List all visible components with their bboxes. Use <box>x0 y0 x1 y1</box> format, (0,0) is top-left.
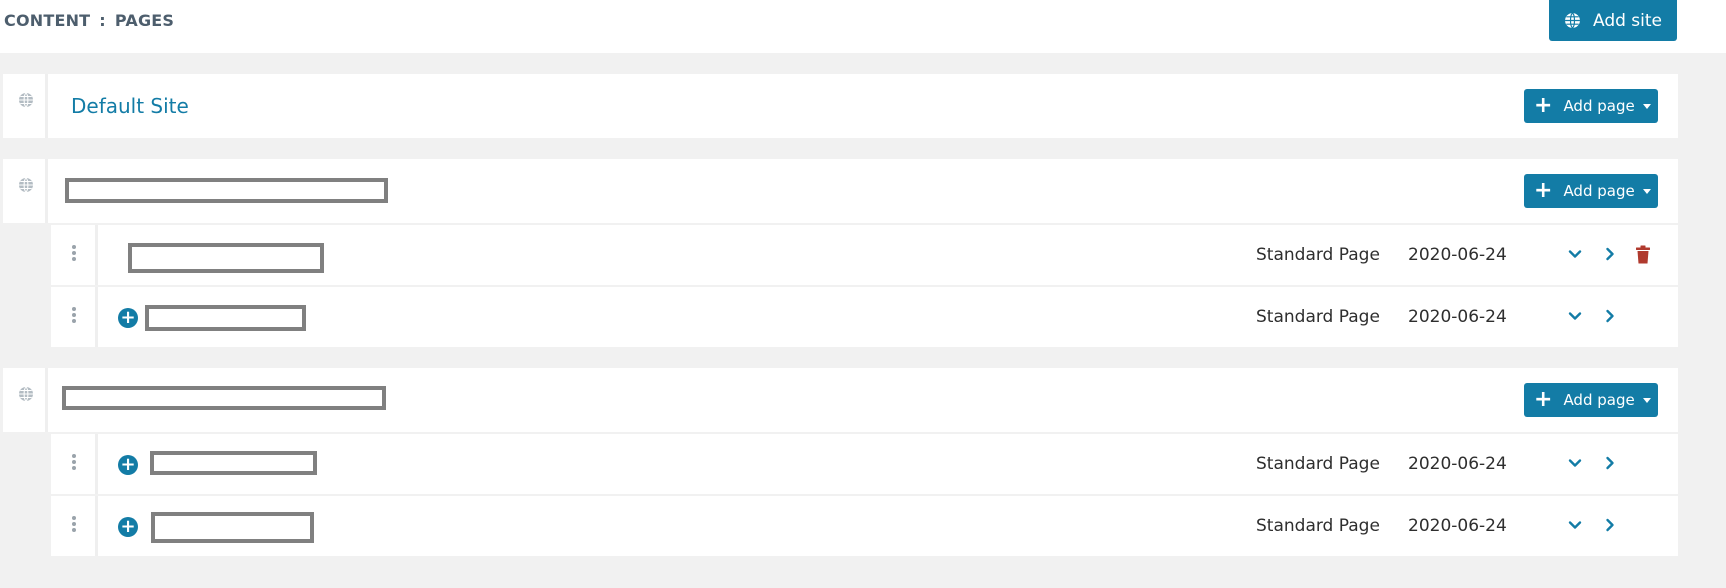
drag-handle[interactable] <box>51 225 98 285</box>
page-date: 2020-06-24 <box>1408 454 1507 474</box>
expand-children-icon[interactable]: + <box>118 455 138 475</box>
expand-children-icon[interactable]: + <box>118 308 138 328</box>
redacted-page-title <box>151 512 314 543</box>
page-type: Standard Page <box>1256 454 1380 474</box>
plus-icon: + <box>1534 93 1553 118</box>
plus-icon: + <box>1534 178 1553 203</box>
globe-icon <box>19 386 33 402</box>
drag-handle[interactable] <box>51 287 98 347</box>
add-page-label: Add page <box>1563 182 1635 200</box>
drag-handle-icon <box>72 245 76 261</box>
site-gutter <box>3 159 48 223</box>
breadcrumb-separator: : <box>99 11 106 30</box>
chevron-down-icon[interactable] <box>1568 456 1582 470</box>
site-row: + Add page <box>3 368 1678 432</box>
drag-handle[interactable] <box>51 496 98 556</box>
drag-handle-icon <box>72 307 76 323</box>
chevron-down-icon[interactable] <box>1568 309 1582 323</box>
add-page-button[interactable]: + Add page <box>1524 89 1658 123</box>
site-gutter <box>3 74 48 138</box>
site-gutter <box>3 368 48 432</box>
drag-handle[interactable] <box>51 434 98 494</box>
breadcrumb: CONTENT: PAGES <box>4 11 174 30</box>
page-date: 2020-06-24 <box>1408 245 1507 265</box>
breadcrumb-section[interactable]: CONTENT <box>4 11 90 30</box>
drag-handle-icon <box>72 516 76 532</box>
chevron-right-icon[interactable] <box>1603 247 1617 261</box>
plus-icon: + <box>1534 387 1553 412</box>
page-type: Standard Page <box>1256 307 1380 327</box>
drag-handle-icon <box>72 454 76 470</box>
site-row: + Add page <box>3 159 1678 223</box>
redacted-site-name <box>62 386 386 410</box>
site-row-default: Default Site + Add page <box>3 74 1678 138</box>
chevron-right-icon[interactable] <box>1603 518 1617 532</box>
add-page-button[interactable]: + Add page <box>1524 174 1658 208</box>
trash-icon[interactable] <box>1635 245 1651 264</box>
add-site-label: Add site <box>1592 10 1663 31</box>
chevron-right-icon[interactable] <box>1603 309 1617 323</box>
globe-icon <box>19 92 33 108</box>
page-row[interactable]: Standard Page 2020-06-24 <box>51 225 1678 285</box>
breadcrumb-page: PAGES <box>114 11 175 30</box>
chevron-down-icon[interactable] <box>1568 247 1582 261</box>
add-page-button[interactable]: + Add page <box>1524 383 1658 417</box>
site-name[interactable]: Default Site <box>71 94 189 118</box>
page-row[interactable]: + Standard Page 2020-06-24 <box>51 434 1678 494</box>
caret-down-icon <box>1642 188 1651 194</box>
chevron-right-icon[interactable] <box>1603 456 1617 470</box>
caret-down-icon <box>1642 103 1651 109</box>
add-site-button[interactable]: Add site <box>1549 0 1677 41</box>
page-type: Standard Page <box>1256 516 1380 536</box>
redacted-page-title <box>150 451 317 475</box>
add-page-label: Add page <box>1563 97 1635 115</box>
chevron-down-icon[interactable] <box>1568 518 1582 532</box>
add-page-label: Add page <box>1563 391 1635 409</box>
redacted-site-name <box>65 178 388 203</box>
page-row[interactable]: + Standard Page 2020-06-24 <box>51 287 1678 347</box>
page-date: 2020-06-24 <box>1408 516 1507 536</box>
redacted-page-title <box>128 243 324 273</box>
redacted-page-title <box>145 305 306 331</box>
page-type: Standard Page <box>1256 245 1380 265</box>
globe-icon <box>19 177 33 193</box>
expand-children-icon[interactable]: + <box>118 517 138 537</box>
globe-icon <box>1565 12 1580 29</box>
caret-down-icon <box>1642 397 1651 403</box>
top-bar: CONTENT: PAGES Add site <box>0 0 1726 53</box>
page-date: 2020-06-24 <box>1408 307 1507 327</box>
page-row[interactable]: + Standard Page 2020-06-24 <box>51 496 1678 556</box>
